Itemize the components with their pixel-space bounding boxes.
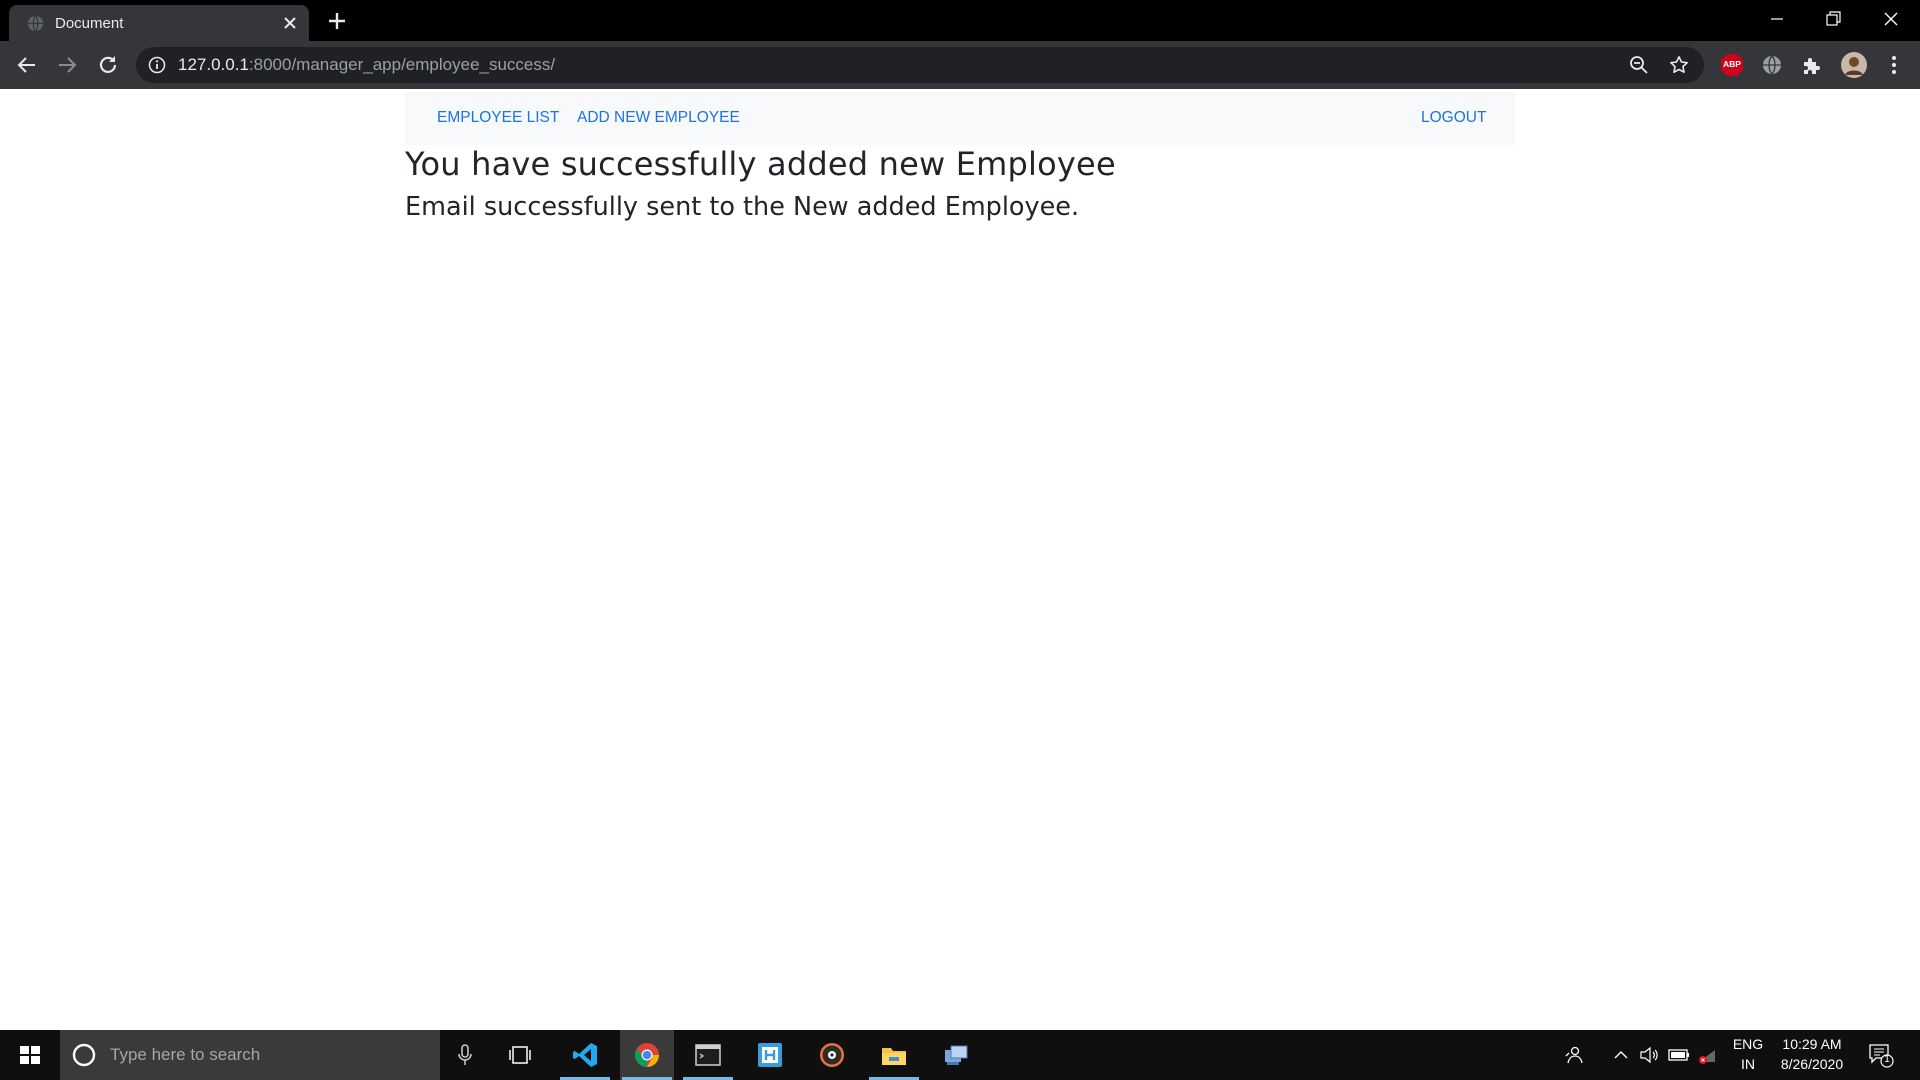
app-icon — [758, 1043, 782, 1067]
windows-start-icon[interactable] — [0, 1030, 60, 1080]
volume-icon[interactable] — [1638, 1044, 1660, 1066]
profile-avatar-icon[interactable] — [1840, 51, 1868, 79]
taskbar-media-player[interactable] — [805, 1030, 859, 1080]
battery-icon[interactable] — [1668, 1044, 1690, 1066]
clock-time: 10:29 AM — [1782, 1036, 1842, 1052]
restore-icon[interactable] — [1818, 6, 1848, 32]
taskbar-chrome[interactable] — [620, 1030, 674, 1080]
chevron-up-icon[interactable] — [1610, 1044, 1632, 1066]
nav-logout-link[interactable]: LOGOUT — [1421, 109, 1486, 127]
forward-arrow-icon[interactable] — [55, 53, 79, 77]
zoom-icon[interactable] — [1629, 55, 1649, 75]
language-region: IN — [1741, 1056, 1755, 1072]
taskbar-network-app[interactable] — [929, 1030, 983, 1080]
bookmark-star-icon[interactable] — [1669, 55, 1689, 75]
web-page: EMPLOYEE LIST ADD NEW EMPLOYEE LOGOUT Yo… — [0, 89, 1920, 1030]
browser-tab[interactable]: Document — [9, 5, 309, 41]
extension-globe-icon[interactable] — [1760, 53, 1784, 77]
back-arrow-icon[interactable] — [15, 53, 39, 77]
notification-count: 1 — [1884, 1054, 1890, 1065]
adblock-label: ABP — [1723, 59, 1741, 69]
network-app-icon — [945, 1045, 968, 1065]
taskbar-file-explorer[interactable] — [867, 1030, 921, 1080]
success-heading: You have successfully added new Employee — [405, 145, 1116, 183]
language-indicator[interactable]: ENG IN — [1730, 1036, 1766, 1072]
extensions-puzzle-icon[interactable] — [1800, 53, 1824, 77]
terminal-icon — [695, 1044, 721, 1066]
url-path: :8000/manager_app/employee_success/ — [248, 55, 556, 74]
new-tab-icon[interactable] — [326, 10, 348, 32]
clock-date: 8/26/2020 — [1780, 1056, 1844, 1072]
email-sent-message: Email successfully sent to the New added… — [405, 192, 1080, 222]
menu-dots-icon[interactable] — [1882, 53, 1906, 77]
file-explorer-icon — [882, 1048, 906, 1065]
wifi-disconnected-icon[interactable] — [1697, 1044, 1719, 1066]
cortana-circle-icon — [72, 1043, 96, 1067]
taskbar-app[interactable] — [743, 1030, 797, 1080]
browser-tab-strip: Document — [0, 0, 1920, 41]
action-center-button[interactable]: 1 — [1868, 1042, 1894, 1068]
globe-icon — [27, 15, 44, 32]
info-icon[interactable] — [148, 56, 166, 74]
microphone-icon[interactable] — [455, 1044, 475, 1066]
nav-add-new-employee-link[interactable]: ADD NEW EMPLOYEE — [577, 109, 740, 127]
close-tab-icon[interactable] — [281, 14, 299, 32]
minimize-icon[interactable] — [1762, 6, 1792, 32]
taskbar-search-box[interactable]: Type here to search — [60, 1030, 440, 1080]
url-host: 127.0.0.1 — [178, 55, 249, 74]
people-icon[interactable] — [1563, 1044, 1585, 1066]
language-code: ENG — [1732, 1036, 1764, 1052]
chrome-icon — [634, 1043, 659, 1067]
media-player-icon — [820, 1043, 844, 1067]
address-bar[interactable]: 127.0.0.1:8000/manager_app/employee_succ… — [136, 47, 1704, 83]
vscode-icon — [573, 1043, 597, 1067]
taskbar-terminal[interactable] — [681, 1030, 735, 1080]
reload-icon[interactable] — [96, 53, 120, 77]
windows-taskbar: Type here to search ENG IN 10:29 AM 8/26… — [0, 1030, 1920, 1080]
nav-employee-list-link[interactable]: EMPLOYEE LIST — [437, 109, 559, 127]
close-window-icon[interactable] — [1876, 6, 1906, 32]
taskbar-vscode[interactable] — [558, 1030, 612, 1080]
site-navbar: EMPLOYEE LIST ADD NEW EMPLOYEE LOGOUT — [405, 92, 1515, 145]
task-view-icon[interactable] — [508, 1043, 532, 1067]
search-placeholder: Type here to search — [110, 1045, 261, 1064]
url-text[interactable]: 127.0.0.1:8000/manager_app/employee_succ… — [178, 55, 555, 75]
tab-title: Document — [55, 15, 124, 32]
adblock-plus-icon[interactable]: ABP — [1720, 53, 1744, 77]
browser-toolbar: 127.0.0.1:8000/manager_app/employee_succ… — [0, 41, 1920, 89]
clock[interactable]: 10:29 AM 8/26/2020 — [1772, 1036, 1852, 1072]
